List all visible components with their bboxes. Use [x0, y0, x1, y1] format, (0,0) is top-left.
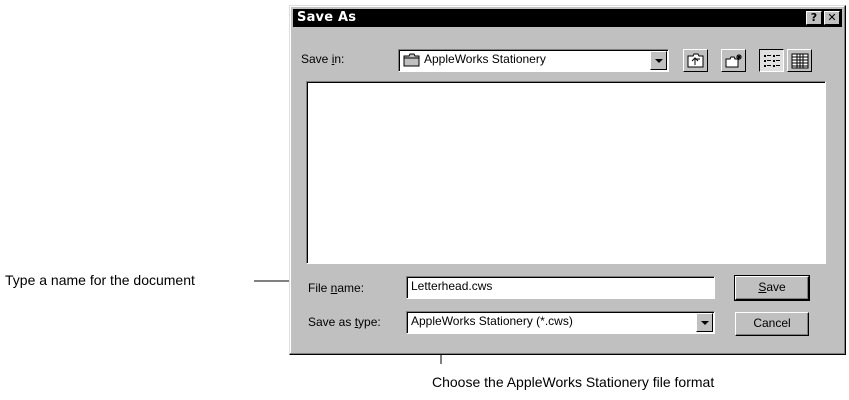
folder-icon [403, 53, 421, 72]
file-name-input[interactable]: Letterhead.cws [406, 276, 715, 299]
file-name-label: File name: [308, 281, 365, 295]
title-bar: Save As ? ✕ [293, 9, 842, 27]
save-in-dropdown[interactable]: AppleWorks Stationery [398, 49, 669, 72]
save-as-type-value: AppleWorks Stationery (*.cws) [411, 314, 573, 328]
file-type-annotation: Choose the AppleWorks Stationery file fo… [432, 374, 715, 390]
save-in-label: Save in: [301, 52, 345, 66]
save-as-type-label: Save as type: [308, 315, 381, 329]
save-as-type-dropdown[interactable]: AppleWorks Stationery (*.cws) [406, 311, 715, 334]
up-one-level-button[interactable] [683, 49, 708, 72]
save-as-dialog: Save As ? ✕ Save in: AppleWorks Statione… [289, 5, 846, 355]
help-button[interactable]: ? [806, 11, 822, 25]
list-view-button[interactable] [759, 49, 784, 72]
new-folder-button[interactable] [721, 49, 746, 72]
file-list[interactable] [306, 81, 826, 264]
file-name-value: Letterhead.cws [411, 279, 493, 293]
file-name-annotation: Type a name for the document [5, 272, 195, 288]
chevron-down-icon[interactable] [696, 313, 713, 332]
save-in-value: AppleWorks Stationery [424, 52, 546, 66]
dialog-title: Save As [297, 10, 357, 25]
close-button[interactable]: ✕ [824, 11, 840, 25]
cancel-button[interactable]: Cancel [735, 312, 809, 336]
chevron-down-icon[interactable] [650, 51, 667, 70]
details-view-button[interactable] [787, 49, 812, 72]
save-button[interactable]: Save [734, 275, 810, 301]
